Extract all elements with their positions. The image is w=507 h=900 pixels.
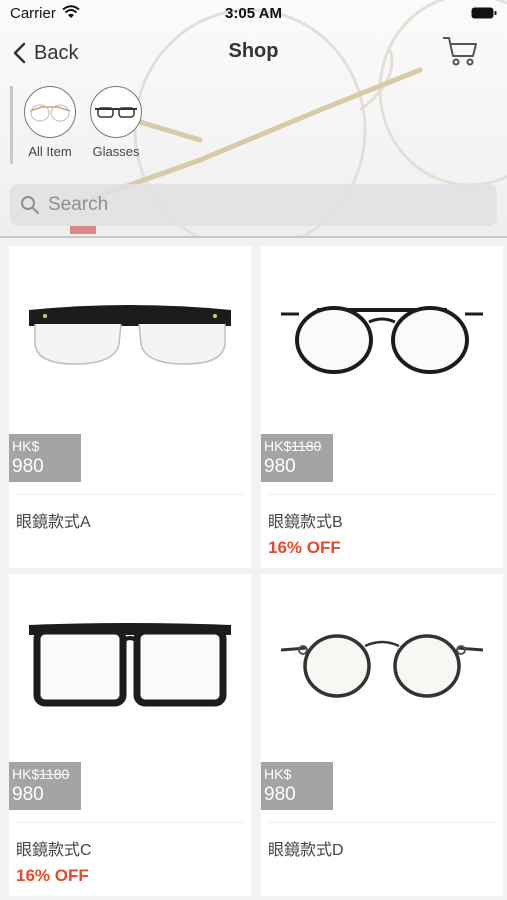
cart-icon[interactable] [441,34,479,68]
price-currency-row: HK$ [264,766,333,782]
product-name: 眼鏡款式A [16,514,91,531]
category-divider [10,86,13,164]
price-original: 1180 [291,438,322,454]
round-glasses-icon [29,104,71,122]
category-all-item[interactable]: All Item [19,86,81,166]
product-name: 眼鏡款式B [268,514,343,531]
price-tag: HK$ 980 [9,434,81,482]
category-glasses[interactable]: Glasses [85,86,147,166]
navigation-bar: Back Shop [0,30,507,74]
price-current: 980 [12,784,44,805]
price-currency: HK$ [12,438,40,454]
card-divider [17,822,243,823]
price-currency: HK$ [264,438,292,454]
card-divider [17,494,243,495]
price-tag: HK$1180 980 [261,434,333,482]
product-card-b[interactable]: HK$1180 980 眼鏡款式B 16% OFF [261,246,503,568]
price-tag: HK$1180 980 [9,762,81,810]
product-discount: 16% OFF [16,866,89,885]
product-image [261,246,503,426]
glasses-image [29,623,231,707]
card-divider [269,822,495,823]
product-grid: HK$ 980 眼鏡款式A HK$1180 980 眼鏡款式B 16% OFF [0,240,507,900]
category-label: All Item [28,144,72,159]
glasses-image [29,305,231,365]
category-thumbnail [24,86,76,138]
search-input[interactable] [48,194,468,216]
category-thumbnail [90,86,142,138]
card-divider [269,494,495,495]
price-original: 1180 [39,766,70,782]
glasses-image [280,634,484,698]
product-discount: 16% OFF [268,538,341,557]
product-image [9,574,251,754]
status-time: 3:05 AM [225,5,282,22]
price-current: 980 [264,456,296,477]
category-bar: All Item Glasses [10,86,151,166]
header: Carrier 3:05 AM Back Shop All Item Glass… [0,0,507,238]
product-card-d[interactable]: HK$ 980 眼鏡款式D [261,574,503,896]
page-title: Shop [228,40,279,62]
battery-icon [471,7,497,19]
category-label: Glasses [92,144,140,159]
status-bar: Carrier 3:05 AM [0,0,507,28]
product-name: 眼鏡款式C [16,842,92,859]
product-image [9,246,251,426]
price-currency: HK$ [264,766,292,782]
price-current: 980 [12,456,44,477]
search-bar[interactable] [10,184,497,226]
product-name: 眼鏡款式D [268,842,344,859]
price-tag: HK$ 980 [261,762,333,810]
product-card-a[interactable]: HK$ 980 眼鏡款式A [9,246,251,568]
product-image [261,574,503,754]
glasses-image [281,306,483,374]
price-current: 980 [264,784,296,805]
price-currency-row: HK$1180 [264,438,333,454]
price-currency-row: HK$1180 [12,766,81,782]
price-currency-row: HK$ [12,438,81,454]
product-card-c[interactable]: HK$1180 980 眼鏡款式C 16% OFF [9,574,251,896]
glasses-icon [95,107,137,118]
search-icon [21,196,39,214]
price-currency: HK$ [12,766,40,782]
